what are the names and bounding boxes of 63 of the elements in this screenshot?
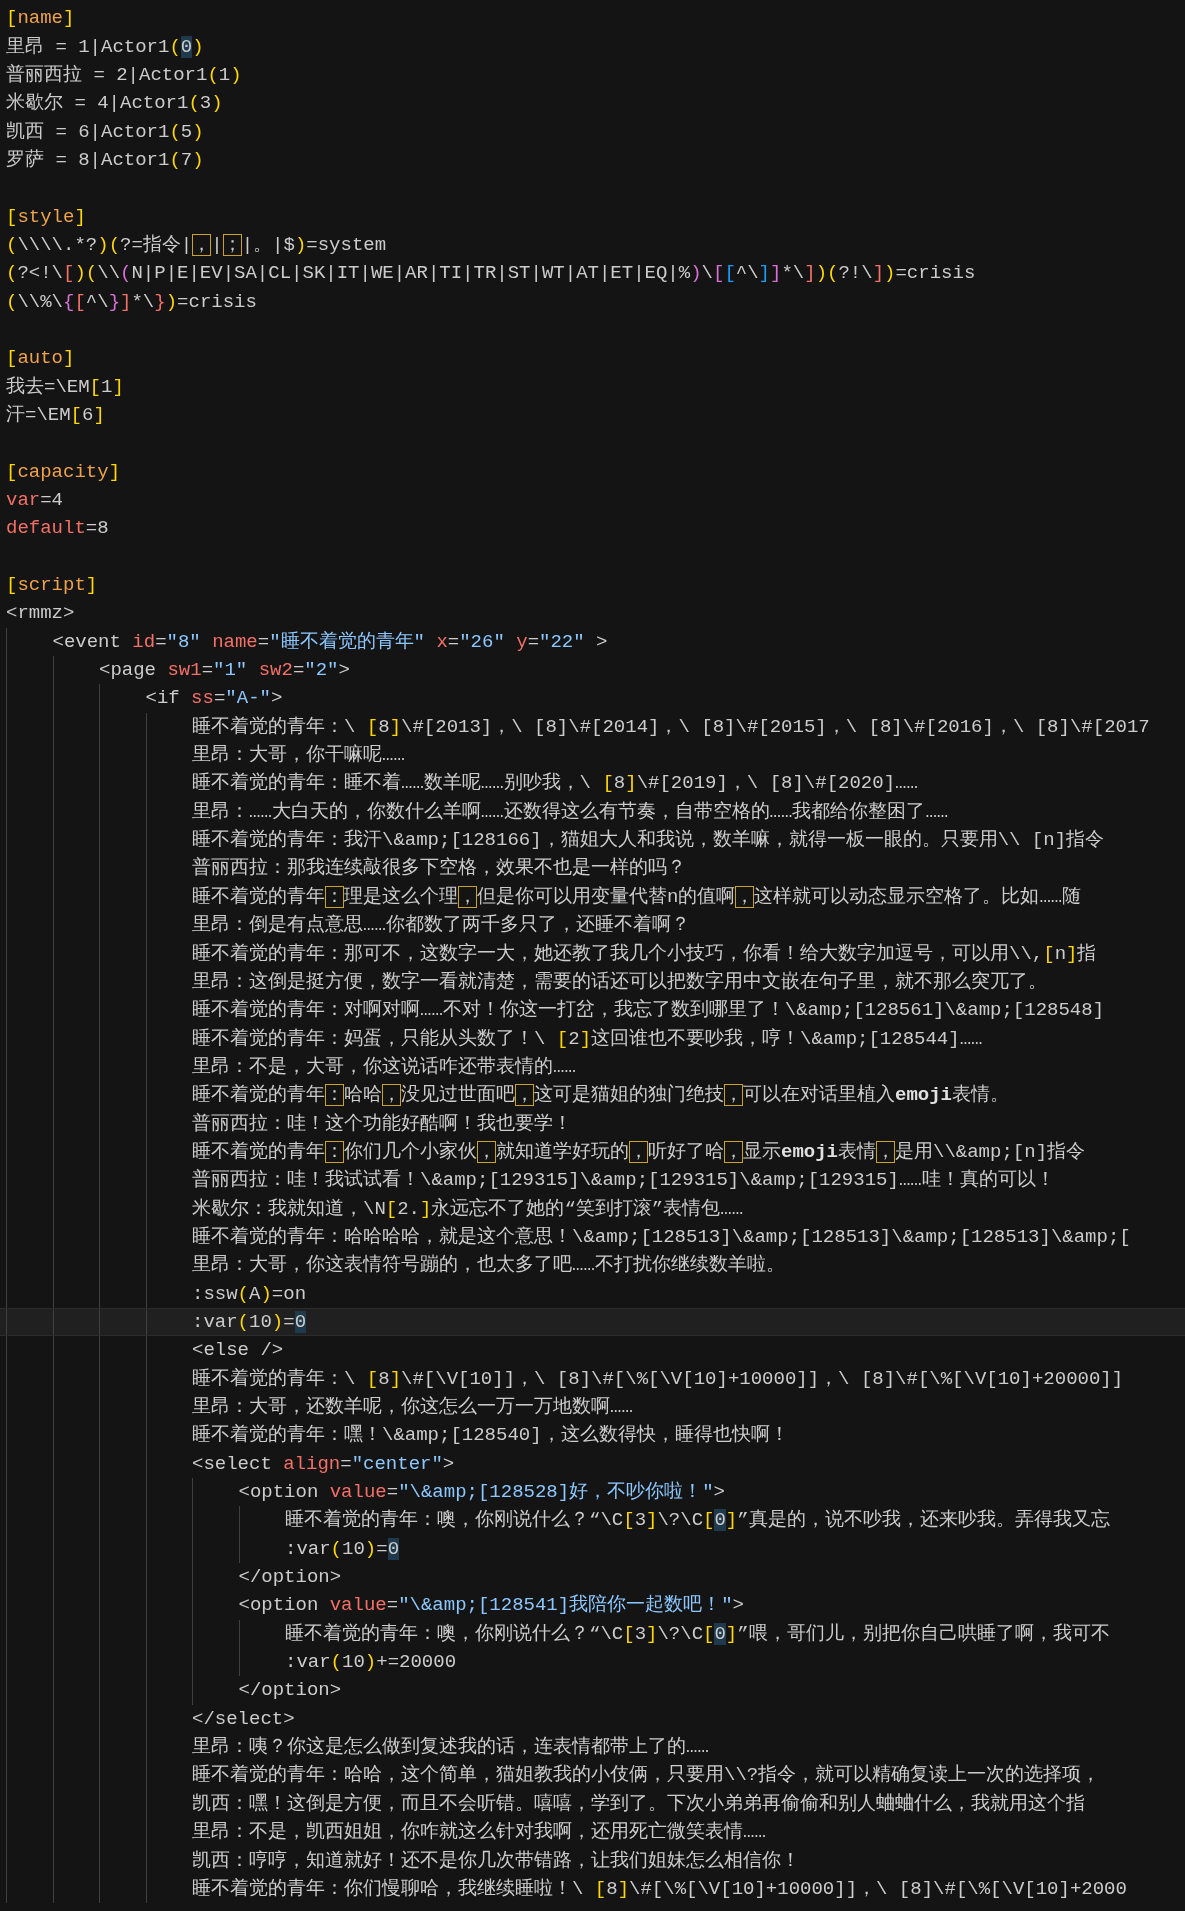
- code-line: </option>: [238, 1678, 342, 1704]
- code-line: 普丽西拉：哇！这个功能好酷啊！我也要学！: [192, 1111, 572, 1137]
- code-line: 睡不着觉的青年：哈哈，没见过世面吧，这可是猫姐的独门绝技，可以在对话里植入emoji表情。: [192, 1083, 1009, 1109]
- code-line: 里昂：大哥，你这表情符号蹦的，也太多了吧……不打扰你继续数羊啦。: [192, 1253, 785, 1279]
- code-line: </select>: [192, 1706, 295, 1732]
- code-line: 米歇尔 = 4|Actor1(3): [6, 91, 223, 117]
- code-line: default=8: [6, 516, 109, 542]
- code-line: 里昂：不是，大哥，你这说话咋还带表情的……: [192, 1054, 576, 1080]
- code-line: 普丽西拉：那我连续敲很多下空格，效果不也是一样的吗？: [192, 856, 686, 882]
- code-line: 普丽西拉 = 2|Actor1(1): [6, 62, 242, 88]
- code-line: var=4: [6, 488, 64, 513]
- code-line: [capacity]: [6, 459, 121, 485]
- code-line: 睡不着觉的青年：嘿！\&amp;[128540]，这么数得快，睡得也快啊！: [192, 1423, 789, 1449]
- code-line: 睡不着觉的青年：睡不着……数羊呢……别吵我，\ [8]\#[2019]，\ [8]\#[2020]……: [192, 771, 918, 797]
- code-line: <page sw1="1" sw2="2">: [99, 658, 350, 684]
- code-line: [script]: [6, 573, 98, 599]
- code-line: 里昂：倒是有点意思……你都数了两千多只了，还睡不着啊？: [192, 913, 690, 939]
- code-line: <select align="center">: [192, 1451, 455, 1477]
- code-line: (?<!\[)(\\(N|P|E|EV|SA|CL|SK|IT|WE|AR|TI|TR|ST|WT|AT|ET|EQ|%)\[[^\]]*\])(?!\])=crisis: [6, 261, 976, 287]
- code-line: 里昂：不是，凯西姐姐，你咋就这么针对我啊，还用死亡微笑表情……: [192, 1820, 766, 1846]
- code-line: 睡不着觉的青年：你们几个小家伙，就知道学好玩的，听好了哈，显示emoji表情，是用\\&amp;[n]指令: [192, 1139, 1086, 1165]
- code-line: :var(10)=0: [192, 1309, 307, 1335]
- code-line: 凯西：哼哼，知道就好！还不是你几次带错路，让我们姐妹怎么相信你！: [192, 1848, 800, 1874]
- code-line: :var(10)=0: [285, 1536, 400, 1562]
- code-line: 睡不着觉的青年：妈蛋，只能从头数了！\ [2]这回谁也不要吵我，哼！\&amp;[128544]……: [192, 1026, 983, 1052]
- code-line: 我去=\EM[1]: [6, 374, 124, 400]
- code-line: (\\\\.*?)(?=指令|，|；|。|$)=system: [6, 232, 387, 258]
- code-line: <else />: [192, 1338, 284, 1364]
- code-line: 睡不着觉的青年：我汗\&amp;[128166]，猫姐大人和我说，数羊嘛，就得一板一眼的。只要用\\ [n]指令: [192, 828, 1105, 854]
- code-line: 里昂：大哥，还数羊呢，你这怎么一万一万地数啊……: [192, 1395, 633, 1420]
- code-line: 睡不着觉的青年：哈哈，这个简单，猫姐教我的小伎俩，只要用\\?指令，就可以精确复读上一次的选择项，: [192, 1763, 1101, 1789]
- code-line: 里昂：这倒是挺方便，数字一看就清楚，需要的话还可以把数字用中文嵌在句子里，就不那么突兀了。: [192, 969, 1047, 995]
- code-line: 睡不着觉的青年：\ [8]\#[2013]，\ [8]\#[2014]，\ [8]\#[2015]，\ [8]\#[2016]，\ [8]\#[2017: [192, 714, 1150, 740]
- code-line: 凯西 = 6|Actor1(5): [6, 119, 204, 145]
- code-line: 睡不着觉的青年：\ [8]\#[\V[10]]，\ [8]\#[\%[\V[10]+10000]]，\ [8]\#[\%[\V[10]+20000]]: [192, 1366, 1124, 1392]
- code-line: 罗萨 = 8|Actor1(7): [6, 147, 204, 173]
- code-line: </option>: [238, 1565, 342, 1591]
- code-line: 睡不着觉的青年：那可不，这数字一大，她还教了我几个小技巧，你看！给大数字加逗号，可以用\\,[n]指: [192, 941, 1097, 967]
- code-line: 里昂：咦？你这是怎么做到复述我的话，连表情都带上了的……: [192, 1735, 709, 1761]
- code-line: 睡不着觉的青年：对啊对啊……不对！你这一打岔，我忘了数到哪里了！\&amp;[128561]\&amp;[128548]: [192, 998, 1105, 1024]
- code-line: <rmmz>: [6, 601, 75, 627]
- code-line: 普丽西拉：哇！我试试看！\&amp;[129315]\&amp;[129315]\&amp;[129315]……哇！真的可以！: [192, 1168, 1055, 1194]
- code-line: :ssw(A)=on: [192, 1281, 307, 1307]
- code-line: 凯西：嘿！这倒是方便，而且不会听错。嘻嘻，学到了。下次小弟弟再偷偷和别人蛐蛐什么，我就用这个指: [192, 1791, 1085, 1817]
- code-line: [style]: [6, 204, 86, 230]
- code-line: 米歇尔：我就知道，\N[2.]永远忘不了她的“笑到打滚”表情包……: [192, 1196, 744, 1222]
- code-line: :var(10)+=20000: [285, 1650, 457, 1676]
- code-line: 汗=\EM[6]: [6, 403, 105, 428]
- code-line: <if ss="A-">: [145, 686, 283, 712]
- code-line: 睡不着觉的青年：噢，你刚说什么？“\C[3]\?\C[0]”喂，哥们儿，别把你自己哄睡了啊，我可不: [285, 1621, 1110, 1647]
- code-line: 里昂 = 1|Actor1(0): [6, 34, 204, 60]
- code-line: <option value="\&amp;[128541]我陪你一起数吧！">: [238, 1593, 744, 1619]
- code-line: <option value="\&amp;[128528]好，不吵你啦！">: [238, 1480, 725, 1506]
- code-line: 睡不着觉的青年：理是这么个理，但是你可以用变量代替n的值啊，这样就可以动态显示空格了。比如……随: [192, 884, 1082, 910]
- code-line: 睡不着觉的青年：你们慢聊哈，我继续睡啦！\ [8]\#[\%[\V[10]+10000]]，\ [8]\#[\%[\V[10]+2000: [192, 1876, 1127, 1902]
- code-line: 里昂：大哥，你干嘛呢……: [192, 743, 405, 769]
- code-line: (\\%\{[^\}]*\})=crisis: [6, 289, 257, 315]
- code-line: <event id="8" name="睡不着觉的青年" x="26" y="22" >: [52, 629, 608, 655]
- code-line: [name]: [6, 6, 75, 32]
- code-line: 睡不着觉的青年：噢，你刚说什么？“\C[3]\?\C[0]”真是的，说不吵我，还来吵我。弄得我又忘: [285, 1508, 1110, 1534]
- code-line: 睡不着觉的青年：哈哈哈哈，就是这个意思！\&amp;[128513]\&amp;[128513]\&amp;[128513]\&amp;[: [192, 1224, 1131, 1250]
- code-line: 里昂：……大白天的，你数什么羊啊……还数得这么有节奏，自带空格的……我都给你整困了……: [192, 799, 949, 825]
- code-line: [auto]: [6, 346, 75, 372]
